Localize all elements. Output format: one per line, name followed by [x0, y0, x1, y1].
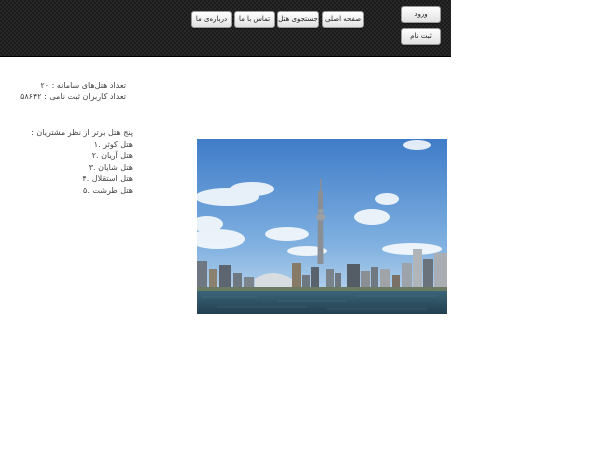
- site-stats: تعداد هتل‌های سامانه : ۲۰ تعداد کاربران …: [0, 80, 126, 102]
- skyline-image: [197, 139, 447, 314]
- header-bar: صفحه اصلی جستجوی هتل تماس با ما درباره‌ی…: [0, 0, 451, 57]
- register-button[interactable]: ثبت نام: [401, 28, 441, 45]
- nav-contact-button[interactable]: تماس با ما: [234, 11, 275, 28]
- list-item[interactable]: هتل طرشت .۵: [0, 185, 133, 197]
- user-count-text: تعداد کاربران ثبت نامی : ۵۸۶۴۲: [20, 92, 126, 101]
- list-item[interactable]: هتل آریان .۲: [0, 150, 133, 162]
- nav-about-button[interactable]: درباره‌ی ما: [191, 11, 232, 28]
- login-button[interactable]: ورود: [401, 6, 441, 23]
- city-skyline-photo: [197, 139, 447, 314]
- nav-home-button[interactable]: صفحه اصلی: [322, 11, 364, 28]
- hotel-count-text: تعداد هتل‌های سامانه : ۲۰: [40, 81, 126, 90]
- list-item[interactable]: هتل کوثر .۱: [0, 139, 133, 151]
- list-item[interactable]: هتل استقلال .۴: [0, 173, 133, 185]
- top-hotels-list: پنج هتل برتر از نظر مشتریان : هتل کوثر .…: [0, 127, 133, 196]
- list-item[interactable]: هتل شایان .۳: [0, 162, 133, 174]
- top-hotels-title: پنج هتل برتر از نظر مشتریان :: [31, 128, 133, 137]
- nav-search-hotel-button[interactable]: جستجوی هتل: [277, 11, 319, 28]
